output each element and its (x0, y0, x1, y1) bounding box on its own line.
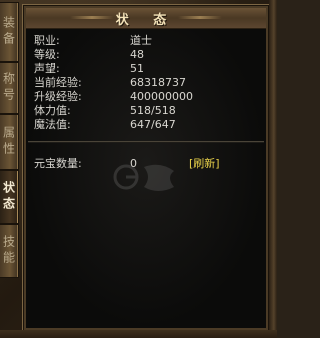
stat-label: 当前经验: (34, 76, 82, 89)
tab-attributes-label: 属性 (1, 126, 16, 158)
tab-skills[interactable]: 技能 (0, 224, 19, 278)
tab-title-label: 称号 (1, 72, 16, 104)
stat-value: 68318737 (130, 76, 186, 89)
tab-equipment[interactable]: 装备 (0, 2, 19, 62)
stat-value: 51 (130, 62, 144, 75)
title-bar: 状 态 (26, 8, 266, 29)
frame-edge-right (269, 0, 277, 338)
stat-label: 职业: (34, 34, 60, 47)
stat-value: 647/647 (130, 118, 176, 131)
stat-label: 声望: (34, 62, 60, 75)
stat-label: 体力值: (34, 104, 71, 117)
stat-label: 魔法值: (34, 118, 71, 131)
character-window: 装备 称号 属性 状态 技能 状 态 职业: 道士 等级: 48 声望: 51 … (0, 0, 277, 338)
stat-label: 等级: (34, 48, 60, 61)
refresh-button[interactable]: [刷新] (189, 157, 220, 170)
frame-edge-bottom (0, 330, 277, 338)
tab-title[interactable]: 称号 (0, 62, 19, 114)
status-panel: 状 态 职业: 道士 等级: 48 声望: 51 当前经验: 68318737 … (22, 4, 270, 332)
stat-label: 升级经验: (34, 90, 82, 103)
stat-value: 48 (130, 48, 144, 61)
tab-status-label: 状态 (1, 181, 16, 213)
stat-value: 道士 (130, 34, 152, 47)
tab-skills-label: 技能 (1, 235, 16, 267)
panel-title: 状 态 (115, 12, 177, 28)
side-tab-bar: 装备 称号 属性 状态 技能 (0, 0, 20, 338)
stat-value: 518/518 (130, 104, 176, 117)
stats-content: 职业: 道士 等级: 48 声望: 51 当前经验: 68318737 升级经验… (26, 29, 266, 328)
title-ornament-right (178, 16, 222, 19)
watermark-logo-icon (113, 164, 174, 191)
tab-attributes[interactable]: 属性 (0, 114, 19, 170)
stat-value: 400000000 (130, 90, 193, 103)
tab-status[interactable]: 状态 (0, 170, 19, 224)
tab-equipment-label: 装备 (1, 16, 16, 48)
section-divider (28, 141, 264, 143)
title-ornament-left (70, 16, 114, 19)
